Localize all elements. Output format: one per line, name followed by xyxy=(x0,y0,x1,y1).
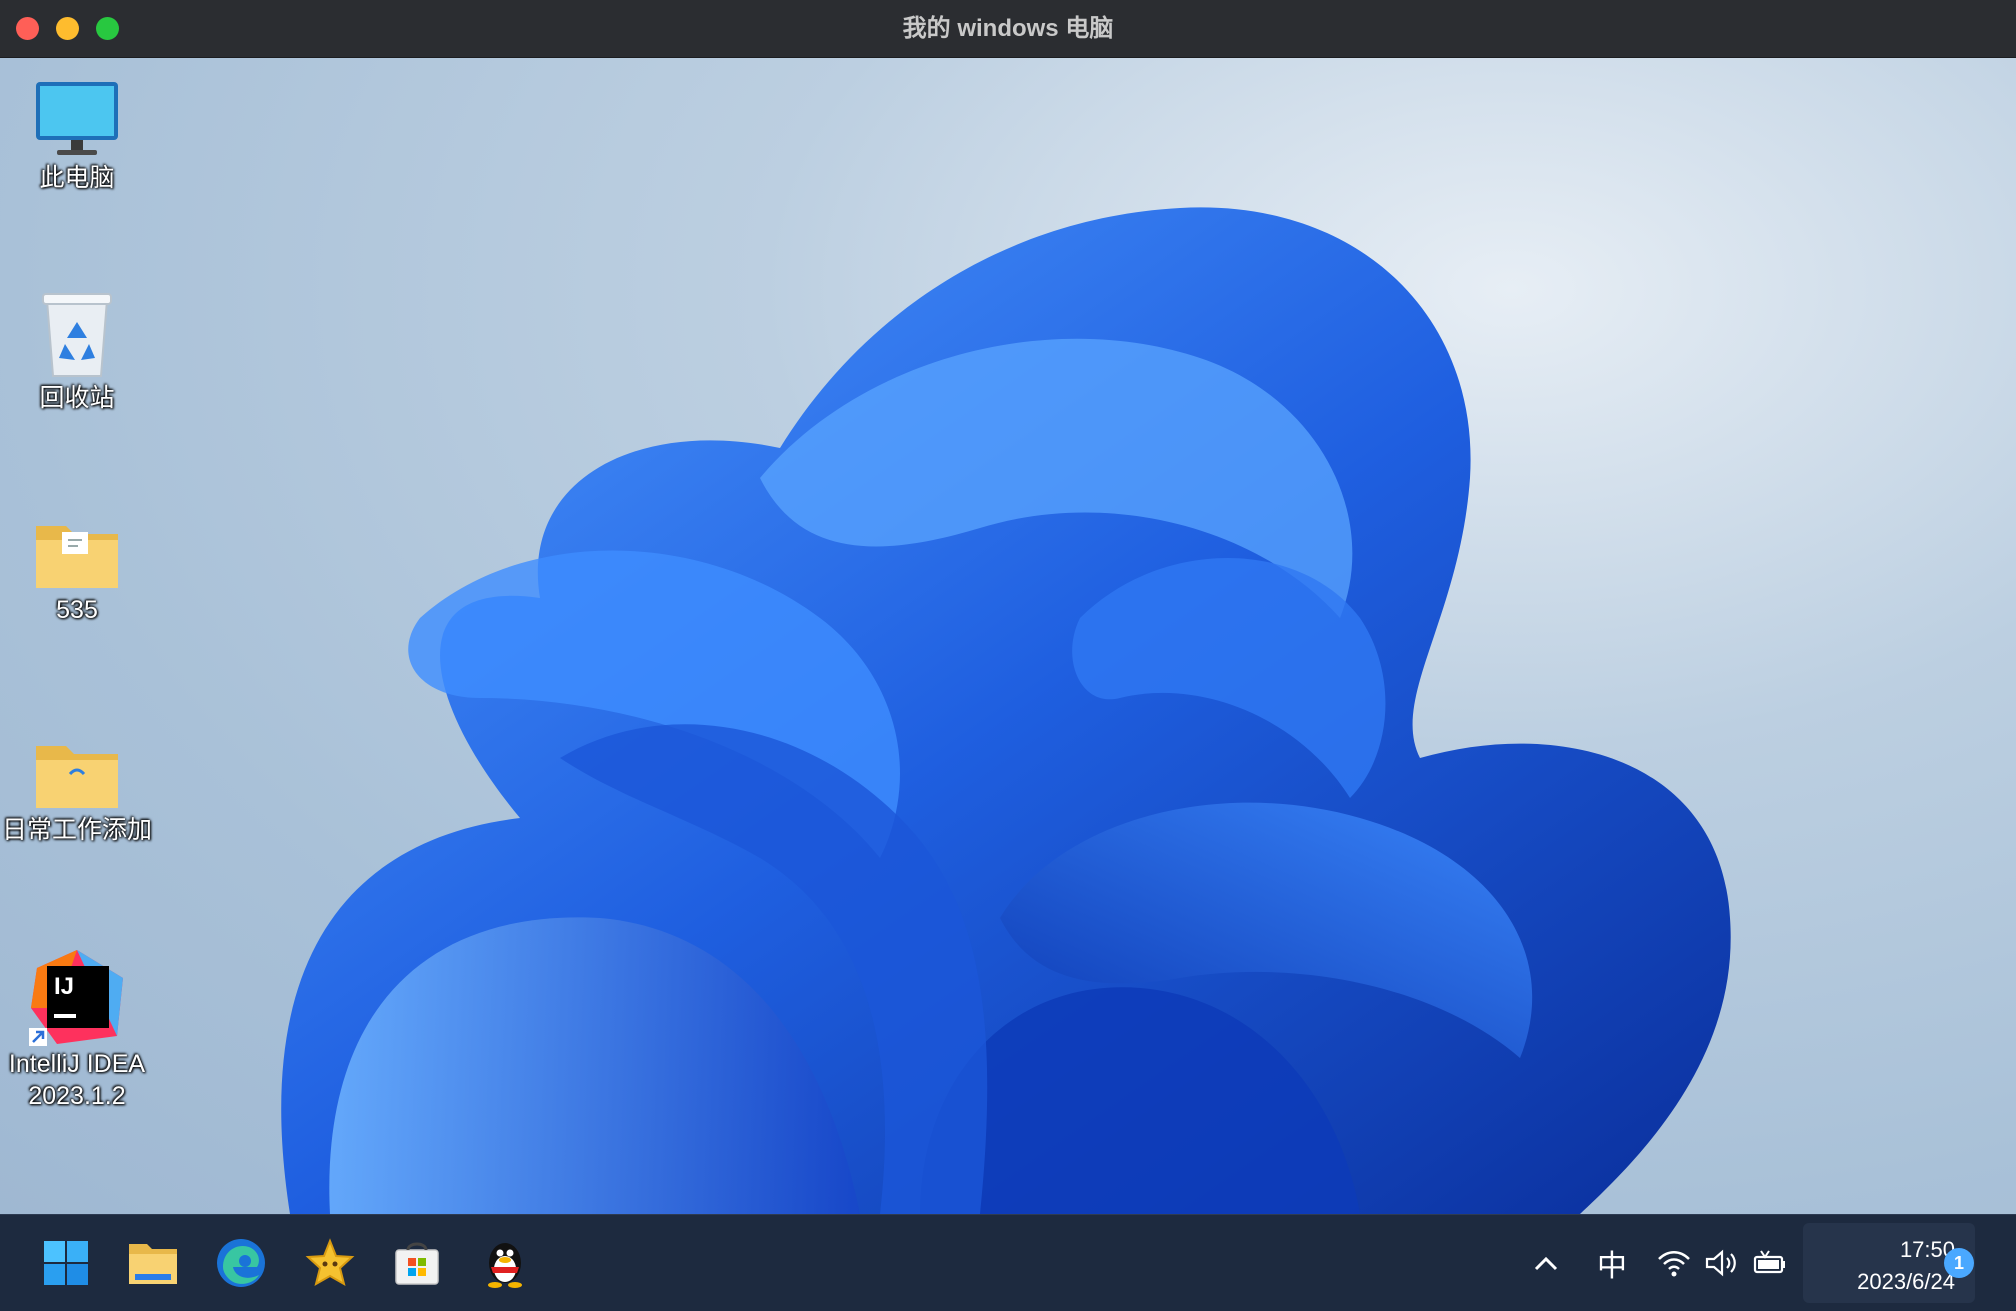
show-hidden-icons-button[interactable] xyxy=(1526,1239,1566,1287)
folder-icon xyxy=(36,746,118,808)
recycle-bin-icon xyxy=(42,293,112,377)
window-titlebar: 我的 windows 电脑 xyxy=(0,0,2016,58)
input-method-indicator[interactable]: 中 xyxy=(1590,1239,1634,1287)
qq-button[interactable] xyxy=(475,1233,535,1293)
star-app-icon xyxy=(305,1238,355,1287)
edge-button[interactable] xyxy=(211,1233,271,1293)
desktop-icon-intellij-idea[interactable]: IJ IntelliJ IDEA 2023.1.2 xyxy=(2,948,152,1112)
battery-button[interactable] xyxy=(1748,1239,1792,1287)
chevron-up-icon xyxy=(1534,1256,1558,1271)
desktop-icon-label: 日常工作添加 xyxy=(2,816,153,844)
wifi-icon xyxy=(1658,1251,1690,1277)
desktop[interactable]: 此电脑 回收站 535 日常工作添加 IJ IntelliJ IDEA 2023… xyxy=(0,58,2016,1214)
microsoft-store-button[interactable] xyxy=(387,1233,447,1293)
volume-button[interactable] xyxy=(1700,1239,1744,1287)
qq-icon xyxy=(488,1243,522,1288)
file-explorer-button[interactable] xyxy=(123,1233,183,1293)
windows-start-icon xyxy=(44,1241,88,1285)
desktop-icon-this-pc[interactable]: 此电脑 xyxy=(2,80,152,194)
desktop-icon-label: 此电脑 xyxy=(39,164,115,192)
desktop-icon-label-line2: 2023.1.2 xyxy=(28,1082,126,1110)
microsoft-store-icon xyxy=(395,1242,439,1285)
folder-icon xyxy=(36,526,118,588)
notification-badge[interactable]: 1 xyxy=(1944,1248,1974,1278)
taskbar: 中 17:50 2023/6/24 1 xyxy=(0,1214,2016,1311)
star-app-button[interactable] xyxy=(300,1233,360,1293)
start-button[interactable] xyxy=(36,1233,96,1293)
clock-date: 2023/6/24 xyxy=(1857,1269,1955,1294)
desktop-icon-folder-daily-work[interactable]: 日常工作添加 xyxy=(2,738,152,846)
svg-text:IJ: IJ xyxy=(54,973,74,1000)
speaker-icon xyxy=(1705,1249,1736,1277)
desktop-icon-folder-535[interactable]: 535 xyxy=(2,518,152,626)
wallpaper-bloom xyxy=(281,207,1731,1214)
battery-charging-icon xyxy=(1753,1250,1785,1274)
desktop-icon-label: 535 xyxy=(56,596,98,624)
monitor-icon xyxy=(36,82,118,155)
file-explorer-icon xyxy=(129,1244,177,1284)
desktop-icon-recycle-bin[interactable]: 回收站 xyxy=(2,290,152,414)
intellij-idea-icon: IJ xyxy=(29,950,123,1046)
wifi-button[interactable] xyxy=(1652,1239,1696,1287)
edge-icon xyxy=(217,1239,265,1287)
desktop-icon-label-line1: IntelliJ IDEA xyxy=(8,1050,146,1078)
window-title: 我的 windows 电脑 xyxy=(902,15,1114,42)
desktop-icon-label: 回收站 xyxy=(39,384,115,412)
